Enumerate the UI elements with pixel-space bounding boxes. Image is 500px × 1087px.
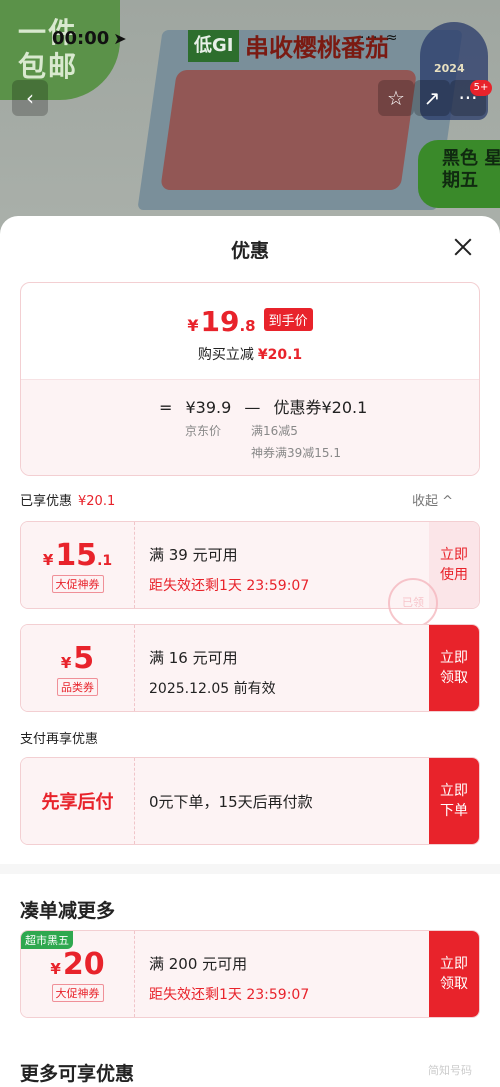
coupon-type: 大促神券 (51, 574, 104, 593)
final-price-block: ¥ 19 .8 到手价 购买立减 ¥20.1 (21, 283, 479, 379)
coupon-info: 满 200 元可用 距失效还剩1天 23:59:07 (135, 931, 429, 1017)
discount-label: 购买立减 (197, 347, 254, 363)
more-enjoy-title: 更多可享优惠 (20, 1063, 135, 1085)
equals-sign: = (159, 398, 173, 417)
coupon-info: 满 16 元可用 2025.12.05 前有效 (135, 625, 429, 711)
coupon-total: 优惠券¥20.1 (273, 398, 368, 417)
enjoyed-discount: 已享优惠 ¥20.1 (20, 490, 115, 509)
currency-symbol: ¥ (187, 316, 199, 335)
currency-symbol: ¥ (42, 550, 54, 569)
pay-later-card: 先享后付 0元下单，15天后再付款 立即 下单 (20, 757, 480, 845)
jd-price: ¥39.9 (185, 398, 232, 417)
discount-sheet: 优惠 ¥ 19 .8 到手价 购买立减 ¥20.1 = ¥39.9 — 优惠券¥2… (0, 216, 500, 1087)
discount-line: 购买立减 ¥20.1 (21, 344, 479, 364)
final-price-tag: 到手价 (263, 308, 313, 331)
currency-symbol: ¥ (50, 959, 61, 978)
price-summary: ¥ 19 .8 到手价 购买立减 ¥20.1 = ¥39.9 — 优惠券¥20.1… (20, 282, 480, 476)
coupon-detail: 神券满39减15.1 (251, 446, 341, 460)
collapse-button[interactable]: 收起 ^ (412, 490, 453, 509)
status-time: 00:00 ➤ (52, 28, 127, 49)
sheet-title: 优惠 (230, 240, 269, 262)
status-signal: ··· ≈ (360, 30, 400, 46)
favorite-icon[interactable]: ☆ (378, 80, 414, 116)
enjoyed-label: 已享优惠 (20, 494, 73, 509)
price-breakdown: = ¥39.9 — 优惠券¥20.1 京东价 满16减5 神券满39减15.1 (21, 379, 479, 475)
price-integer: 19 (200, 305, 240, 338)
minus-sign: — (244, 398, 261, 417)
share-icon[interactable]: ↗ (414, 80, 450, 116)
black-friday-badge: 黑色 星期五 (418, 140, 500, 208)
pay-later-description: 0元下单，15天后再付款 (135, 758, 429, 844)
coupon-card: 超市黑五 ¥ 20 大促神券 满 200 元可用 距失效还剩1天 23:59:0… (20, 930, 480, 1018)
currency-symbol: ¥ (60, 653, 72, 672)
amount-integer: 5 (73, 640, 95, 676)
coupon-expiry: 距失效还剩1天 23:59:07 (149, 578, 310, 594)
enjoyed-value: ¥20.1 (78, 494, 116, 509)
award-year: 2024 (434, 62, 465, 75)
coupon-amount: ¥ 5 (61, 641, 94, 676)
order-now-button[interactable]: 立即 下单 (429, 758, 479, 844)
location-icon: ➤ (113, 29, 127, 48)
coupon-amount-block: ¥ 15 .1 大促神券 (21, 522, 135, 608)
coupon-amount: ¥ 20 (50, 947, 104, 982)
final-price: ¥ 19 .8 到手价 (21, 305, 479, 338)
coupon-expiry: 2025.12.05 前有效 (149, 681, 276, 697)
message-badge: 5+ (470, 80, 492, 96)
pay-later-label: 先享后付 (41, 792, 114, 813)
coupon-amount: ¥ 15 .1 (43, 538, 112, 573)
coupon-amount-block: 超市黑五 ¥ 20 大促神券 (21, 931, 135, 1017)
coupon-type: 大促神券 (51, 983, 104, 1002)
price-decimal: .8 (239, 317, 256, 335)
coupon-condition: 满 39 元可用 (149, 546, 238, 564)
title-badge: 低GI (188, 30, 240, 62)
pay-section-label: 支付再享优惠 (20, 732, 99, 747)
pay-later-label-block: 先享后付 (21, 758, 135, 844)
more-deals-title: 凑单减更多 (20, 900, 116, 922)
claim-coupon-button[interactable]: 立即 领取 (429, 931, 479, 1017)
coupon-detail: 满16减5 (251, 424, 298, 438)
coupon-info: 满 39 元可用 距失效还剩1天 23:59:07 (135, 522, 429, 608)
amount-integer: 15 (55, 537, 98, 573)
coupon-type: 品类券 (57, 677, 98, 696)
back-button[interactable]: ‹ (12, 80, 48, 116)
claim-coupon-button[interactable]: 立即 领取 (429, 625, 479, 711)
coupon-condition: 满 200 元可用 (149, 955, 248, 973)
claimed-stamp: 已领 (388, 578, 438, 628)
jd-price-label: 京东价 (185, 424, 222, 438)
price-equation: = ¥39.9 — 优惠券¥20.1 (159, 394, 375, 418)
coupon-expiry: 距失效还剩1天 23:59:07 (149, 987, 310, 1003)
discount-value: ¥20.1 (257, 347, 303, 363)
amount-decimal: .1 (97, 552, 113, 569)
close-icon[interactable] (450, 234, 476, 260)
coupon-condition: 满 16 元可用 (149, 649, 238, 667)
coupon-amount-block: ¥ 5 品类券 (21, 625, 135, 711)
sheet-header: 优惠 (0, 216, 500, 280)
coupon-card: ¥ 5 品类券 满 16 元可用 2025.12.05 前有效 立即 领取 (20, 624, 480, 712)
promo-text: 一件 包邮 (18, 16, 79, 83)
amount-integer: 20 (62, 946, 105, 982)
section-divider (0, 864, 500, 874)
watermark: 简知号码 (428, 1064, 472, 1077)
supermarket-tag: 超市黑五 (21, 931, 73, 949)
